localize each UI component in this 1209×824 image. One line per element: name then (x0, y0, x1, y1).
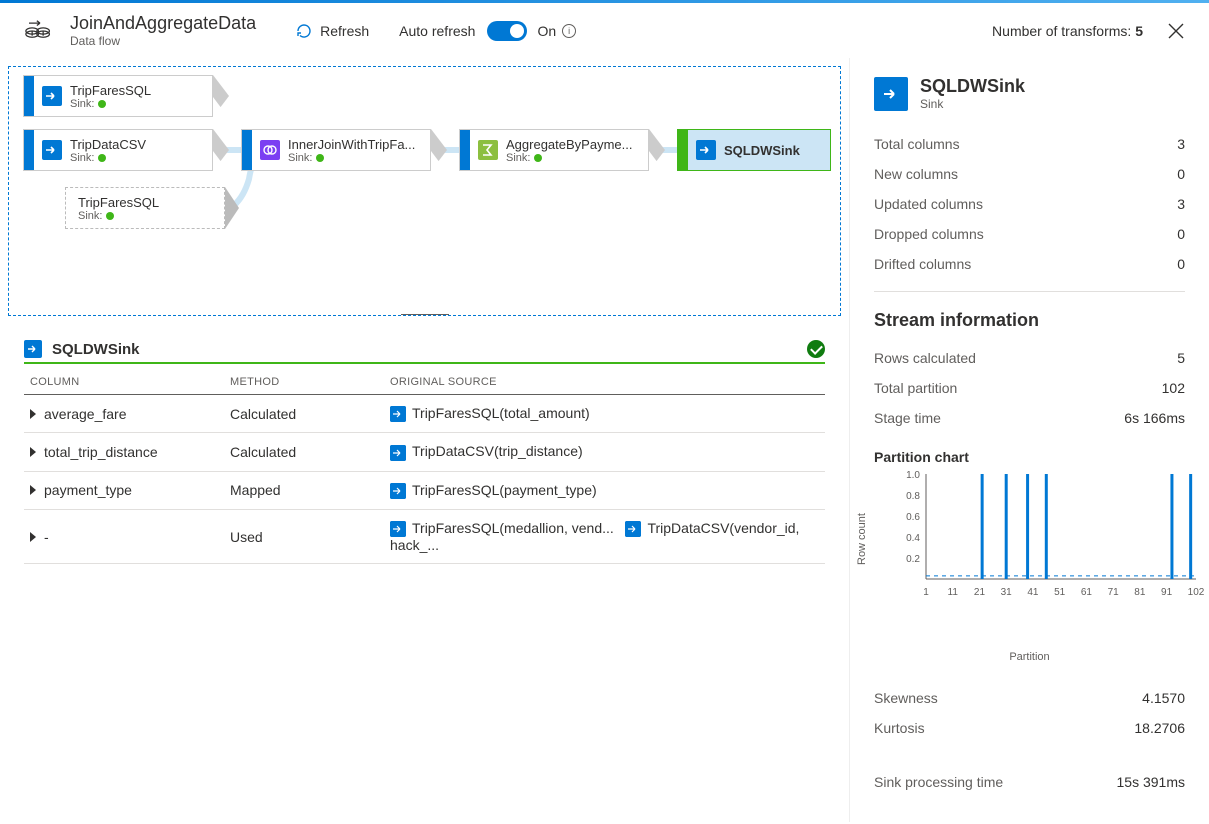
stat-row: Updated columns3 (874, 189, 1185, 219)
svg-text:21: 21 (974, 587, 986, 598)
stat-row: Total columns3 (874, 129, 1185, 159)
dataflow-icon (24, 20, 56, 42)
toggle-state: On (537, 23, 556, 39)
node-sqldwsink[interactable]: SQLDWSink (677, 129, 831, 171)
stat-row: Sink processing time15s 391ms (874, 767, 1185, 797)
svg-text:91: 91 (1161, 587, 1173, 598)
sink-icon (24, 340, 42, 358)
auto-refresh-toggle[interactable] (487, 21, 527, 41)
partition-chart: Row count 0.20.40.60.81.0111213141516171… (874, 469, 1185, 649)
status-ok-icon (807, 340, 825, 358)
info-icon[interactable]: i (562, 24, 576, 38)
svg-text:31: 31 (1001, 587, 1013, 598)
page-subtitle: Data flow (70, 34, 256, 48)
refresh-button[interactable]: Refresh (296, 23, 369, 39)
stat-row: Total partition102 (874, 373, 1185, 403)
svg-text:0.4: 0.4 (906, 533, 920, 544)
chart-title: Partition chart (874, 449, 1185, 465)
svg-text:71: 71 (1108, 587, 1120, 598)
stat-row: Rows calculated5 (874, 343, 1185, 373)
flow-canvas[interactable]: TripFaresSQLSink: TripDataCSVSink: Inner… (8, 66, 841, 316)
stat-row: Dropped columns0 (874, 219, 1185, 249)
svg-text:0.2: 0.2 (906, 554, 920, 565)
stat-row: New columns0 (874, 159, 1185, 189)
svg-text:81: 81 (1134, 587, 1146, 598)
node-tripfares-top[interactable]: TripFaresSQLSink: (23, 75, 213, 117)
refresh-icon (296, 23, 312, 39)
svg-text:0.8: 0.8 (906, 491, 920, 502)
table-row[interactable]: average_fareCalculatedTripFaresSQL(total… (24, 395, 825, 433)
transforms-count: Number of transforms: 5 (992, 23, 1143, 39)
properties-panel: SQLDWSink Sink Total columns3New columns… (849, 58, 1209, 822)
page-title: JoinAndAggregateData (70, 13, 256, 34)
svg-text:1: 1 (923, 587, 929, 598)
stat-row: Stage time6s 166ms (874, 403, 1185, 433)
stat-row: Kurtosis18.2706 (874, 713, 1185, 743)
stat-row: Drifted columns0 (874, 249, 1185, 279)
svg-text:11: 11 (948, 587, 959, 598)
svg-text:61: 61 (1081, 587, 1093, 598)
svg-text:0.6: 0.6 (906, 512, 920, 523)
svg-text:1.0: 1.0 (906, 470, 920, 481)
header: JoinAndAggregateData Data flow Refresh A… (0, 3, 1209, 58)
sink-large-icon (874, 77, 908, 111)
node-tripfares-ghost[interactable]: TripFaresSQLSink: (65, 187, 225, 229)
canvas-resize-handle[interactable] (401, 314, 449, 316)
node-innerjoin[interactable]: InnerJoinWithTripFa...Sink: (241, 129, 431, 171)
table-row[interactable]: -UsedTripFaresSQL(medallion, vend... Tri… (24, 509, 825, 563)
column-table: COLUMN METHOD ORIGINAL SOURCE average_fa… (24, 366, 825, 564)
node-aggregate[interactable]: AggregateByPayme...Sink: (459, 129, 649, 171)
svg-text:51: 51 (1054, 587, 1066, 598)
table-row[interactable]: payment_typeMappedTripFaresSQL(payment_t… (24, 471, 825, 509)
svg-text:41: 41 (1027, 587, 1039, 598)
detail-panel: SQLDWSink COLUMN METHOD ORIGINAL SOURCE … (0, 324, 849, 580)
table-row[interactable]: total_trip_distanceCalculatedTripDataCSV… (24, 433, 825, 471)
node-tripdata[interactable]: TripDataCSVSink: (23, 129, 213, 171)
stat-row: Skewness4.1570 (874, 683, 1185, 713)
auto-refresh-label: Auto refresh (399, 23, 475, 39)
svg-text:102: 102 (1188, 587, 1205, 598)
close-icon[interactable] (1167, 22, 1185, 40)
